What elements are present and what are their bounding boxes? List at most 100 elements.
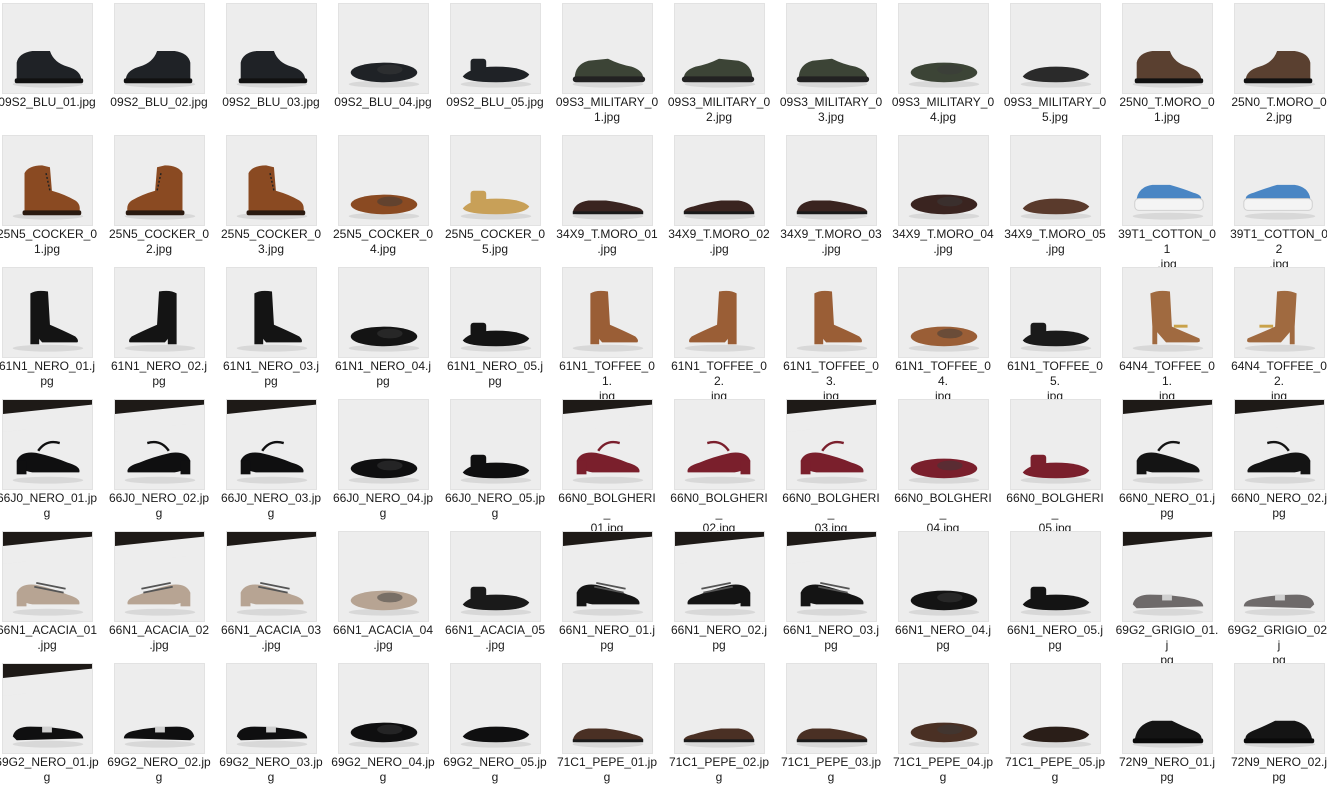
file-item[interactable]: 66N0_BOLGHERI_ 01.jpg bbox=[558, 396, 673, 535]
file-thumbnail[interactable] bbox=[898, 663, 989, 754]
file-thumbnail[interactable] bbox=[226, 663, 317, 754]
file-thumbnail[interactable] bbox=[114, 3, 205, 94]
file-item[interactable]: 09S2_BLU_05.jpg bbox=[446, 0, 561, 132]
file-item[interactable]: 61N1_TOFFEE_05. jpg bbox=[1007, 264, 1121, 403]
file-item[interactable]: 09S3_MILITARY_0 2.jpg bbox=[668, 0, 785, 132]
file-item[interactable]: 71C1_PEPE_03.jp g bbox=[781, 660, 897, 792]
file-item[interactable]: 66J0_NERO_03.jp g bbox=[221, 396, 337, 528]
file-item[interactable]: 72N9_NERO_01.j pg bbox=[1119, 660, 1233, 792]
file-item[interactable]: 66N1_NERO_03.j pg bbox=[783, 528, 897, 660]
file-item[interactable]: 66J0_NERO_05.jp g bbox=[445, 396, 561, 528]
file-thumbnail[interactable] bbox=[2, 135, 93, 226]
file-item[interactable]: 61N1_TOFFEE_03. jpg bbox=[783, 264, 897, 403]
file-thumbnail[interactable] bbox=[562, 531, 653, 622]
file-item[interactable]: 25N5_COCKER_0 5.jpg bbox=[445, 132, 561, 264]
file-item[interactable]: 34X9_T.MORO_03 .jpg bbox=[780, 132, 897, 264]
file-thumbnail[interactable] bbox=[1122, 399, 1213, 490]
file-item[interactable]: 71C1_PEPE_01.jp g bbox=[557, 660, 673, 792]
file-item[interactable]: 69G2_GRIGIO_02.j pg bbox=[1228, 528, 1327, 667]
file-item[interactable]: 69G2_NERO_03.jp g bbox=[219, 660, 337, 792]
file-thumbnail[interactable] bbox=[898, 3, 989, 94]
file-item[interactable]: 09S2_BLU_02.jpg bbox=[110, 0, 225, 132]
file-thumbnail[interactable] bbox=[1122, 663, 1213, 754]
file-item[interactable]: 09S2_BLU_01.jpg bbox=[0, 0, 113, 132]
file-item[interactable]: 61N1_TOFFEE_04. jpg bbox=[895, 264, 1009, 403]
file-item[interactable]: 25N5_COCKER_0 4.jpg bbox=[333, 132, 449, 264]
file-thumbnail[interactable] bbox=[1234, 135, 1325, 226]
file-item[interactable]: 66N1_ACACIA_05 .jpg bbox=[445, 528, 561, 660]
file-thumbnail[interactable] bbox=[898, 399, 989, 490]
file-thumbnail[interactable] bbox=[1122, 267, 1213, 358]
file-item[interactable]: 61N1_TOFFEE_01. jpg bbox=[559, 264, 673, 403]
file-item[interactable]: 66N1_NERO_02.j pg bbox=[671, 528, 785, 660]
file-thumbnail[interactable] bbox=[1010, 663, 1101, 754]
file-item[interactable]: 66J0_NERO_02.jp g bbox=[109, 396, 225, 528]
file-item[interactable]: 09S2_BLU_03.jpg bbox=[222, 0, 337, 132]
file-thumbnail[interactable] bbox=[226, 531, 317, 622]
file-item[interactable]: 66N1_ACACIA_03 .jpg bbox=[221, 528, 337, 660]
file-item[interactable]: 61N1_NERO_04.j pg bbox=[335, 264, 449, 396]
file-item[interactable]: 09S3_MILITARY_0 5.jpg bbox=[1004, 0, 1121, 132]
file-thumbnail[interactable] bbox=[2, 399, 93, 490]
file-item[interactable]: 25N5_COCKER_0 3.jpg bbox=[221, 132, 337, 264]
file-item[interactable]: 66J0_NERO_01.jp g bbox=[0, 396, 113, 528]
file-item[interactable]: 34X9_T.MORO_05 .jpg bbox=[1004, 132, 1121, 264]
file-item[interactable]: 39T1_COTTON_01 .jpg bbox=[1118, 132, 1233, 271]
file-item[interactable]: 61N1_NERO_03.j pg bbox=[223, 264, 337, 396]
file-thumbnail[interactable] bbox=[1234, 267, 1325, 358]
file-item[interactable]: 66N0_NERO_01.j pg bbox=[1119, 396, 1233, 528]
file-item[interactable]: 61N1_NERO_01.j pg bbox=[0, 264, 113, 396]
file-item[interactable]: 66N1_NERO_04.j pg bbox=[895, 528, 1009, 660]
file-item[interactable]: 66N1_ACACIA_02 .jpg bbox=[109, 528, 225, 660]
file-thumbnail[interactable] bbox=[1234, 531, 1325, 622]
file-thumbnail[interactable] bbox=[786, 399, 877, 490]
file-thumbnail[interactable] bbox=[338, 399, 429, 490]
file-item[interactable]: 66N0_BOLGHERI_ 05.jpg bbox=[1006, 396, 1121, 535]
file-item[interactable]: 66N0_NERO_02.j pg bbox=[1231, 396, 1327, 528]
file-thumbnail[interactable] bbox=[114, 531, 205, 622]
file-item[interactable]: 66N1_ACACIA_04 .jpg bbox=[333, 528, 449, 660]
file-thumbnail[interactable] bbox=[338, 135, 429, 226]
file-thumbnail[interactable] bbox=[114, 399, 205, 490]
file-item[interactable]: 66N0_BOLGHERI_ 02.jpg bbox=[670, 396, 785, 535]
file-item[interactable]: 09S2_BLU_04.jpg bbox=[334, 0, 449, 132]
file-thumbnail[interactable] bbox=[562, 267, 653, 358]
file-item[interactable]: 09S3_MILITARY_0 3.jpg bbox=[780, 0, 897, 132]
file-thumbnail[interactable] bbox=[786, 135, 877, 226]
file-thumbnail[interactable] bbox=[450, 399, 541, 490]
file-thumbnail[interactable] bbox=[674, 531, 765, 622]
file-thumbnail[interactable] bbox=[1122, 3, 1213, 94]
file-item[interactable]: 25N0_T.MORO_0 2.jpg bbox=[1231, 0, 1327, 132]
file-item[interactable]: 34X9_T.MORO_01 .jpg bbox=[556, 132, 673, 264]
file-thumbnail[interactable] bbox=[114, 663, 205, 754]
file-item[interactable]: 71C1_PEPE_02.jp g bbox=[669, 660, 785, 792]
file-item[interactable]: 34X9_T.MORO_02 .jpg bbox=[668, 132, 785, 264]
file-item[interactable]: 39T1_COTTON_02 .jpg bbox=[1230, 132, 1327, 271]
file-thumbnail[interactable] bbox=[1010, 267, 1101, 358]
file-item[interactable]: 34X9_T.MORO_04 .jpg bbox=[892, 132, 1009, 264]
file-thumbnail[interactable] bbox=[450, 135, 541, 226]
file-item[interactable]: 66N1_NERO_01.j pg bbox=[559, 528, 673, 660]
file-item[interactable]: 71C1_PEPE_05.jp g bbox=[1005, 660, 1121, 792]
file-thumbnail[interactable] bbox=[1122, 531, 1213, 622]
file-thumbnail[interactable] bbox=[450, 663, 541, 754]
file-thumbnail[interactable] bbox=[2, 267, 93, 358]
file-item[interactable]: 66J0_NERO_04.jp g bbox=[333, 396, 449, 528]
file-thumbnail[interactable] bbox=[674, 3, 765, 94]
file-thumbnail[interactable] bbox=[450, 267, 541, 358]
file-thumbnail[interactable] bbox=[562, 135, 653, 226]
file-thumbnail[interactable] bbox=[1234, 663, 1325, 754]
file-item[interactable]: 64N4_TOFFEE_01. jpg bbox=[1119, 264, 1233, 403]
file-item[interactable]: 64N4_TOFFEE_02. jpg bbox=[1231, 264, 1327, 403]
file-thumbnail[interactable] bbox=[898, 531, 989, 622]
file-item[interactable]: 25N5_COCKER_0 2.jpg bbox=[109, 132, 225, 264]
file-thumbnail[interactable] bbox=[226, 135, 317, 226]
file-thumbnail[interactable] bbox=[226, 399, 317, 490]
file-thumbnail[interactable] bbox=[786, 663, 877, 754]
file-thumbnail[interactable] bbox=[2, 3, 93, 94]
file-thumbnail[interactable] bbox=[2, 663, 93, 754]
file-thumbnail[interactable] bbox=[674, 663, 765, 754]
file-item[interactable]: 61N1_NERO_05.j pg bbox=[447, 264, 561, 396]
file-thumbnail[interactable] bbox=[674, 267, 765, 358]
file-thumbnail[interactable] bbox=[338, 267, 429, 358]
